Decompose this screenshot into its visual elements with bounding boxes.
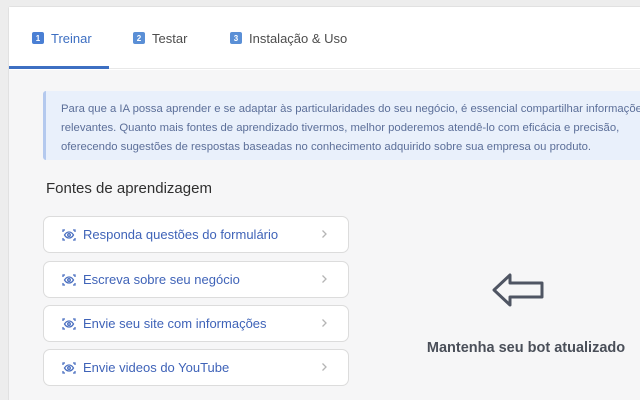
tab-label: Treinar [51,30,92,46]
tab-bar: 1 Treinar 2 Testar 3 Instalação & Uso [9,7,640,69]
source-label: Envie seu site com informações [83,316,267,331]
tab-instalacao-uso[interactable]: 3 Instalação & Uso [230,7,347,69]
chevron-right-icon [322,275,327,283]
tab-number-badge: 1 [32,32,44,44]
tab-number-badge: 2 [133,32,145,44]
source-form-questions-button[interactable]: Responda questões do formulário [43,216,349,253]
scan-eye-icon [61,272,77,288]
train-content: Para que a IA possa aprender e se adapta… [9,70,640,400]
chevron-right-icon [322,319,327,327]
main-panel: 1 Treinar 2 Testar 3 Instalação & Uso Pa… [8,6,640,400]
source-youtube-button[interactable]: Envie videos do YouTube [43,349,349,386]
keep-bot-updated-text: Mantenha seu bot atualizado [426,340,626,356]
arrow-left-icon [492,273,544,307]
source-write-business-button[interactable]: Escreva sobre seu negócio [43,261,349,298]
chevron-right-icon [322,363,327,371]
tab-testar[interactable]: 2 Testar [133,7,187,69]
scan-eye-icon [61,227,77,243]
active-tab-indicator [9,66,109,69]
source-label: Responda questões do formulário [83,227,279,242]
tab-number-badge: 3 [230,32,242,44]
tab-label: Testar [152,30,188,46]
source-label: Envie videos do YouTube [83,360,230,375]
chevron-right-icon [322,230,327,238]
sources-title: Fontes de aprendizagem [46,180,212,197]
scan-eye-icon [61,360,77,376]
info-callout: Para que a IA possa aprender e se adapta… [43,91,640,160]
tab-treinar[interactable]: 1 Treinar [32,7,92,69]
source-label: Escreva sobre seu negócio [83,272,240,287]
source-website-button[interactable]: Envie seu site com informações [43,305,349,342]
tab-label: Instalação & Uso [249,30,348,46]
scan-eye-icon [61,316,77,332]
